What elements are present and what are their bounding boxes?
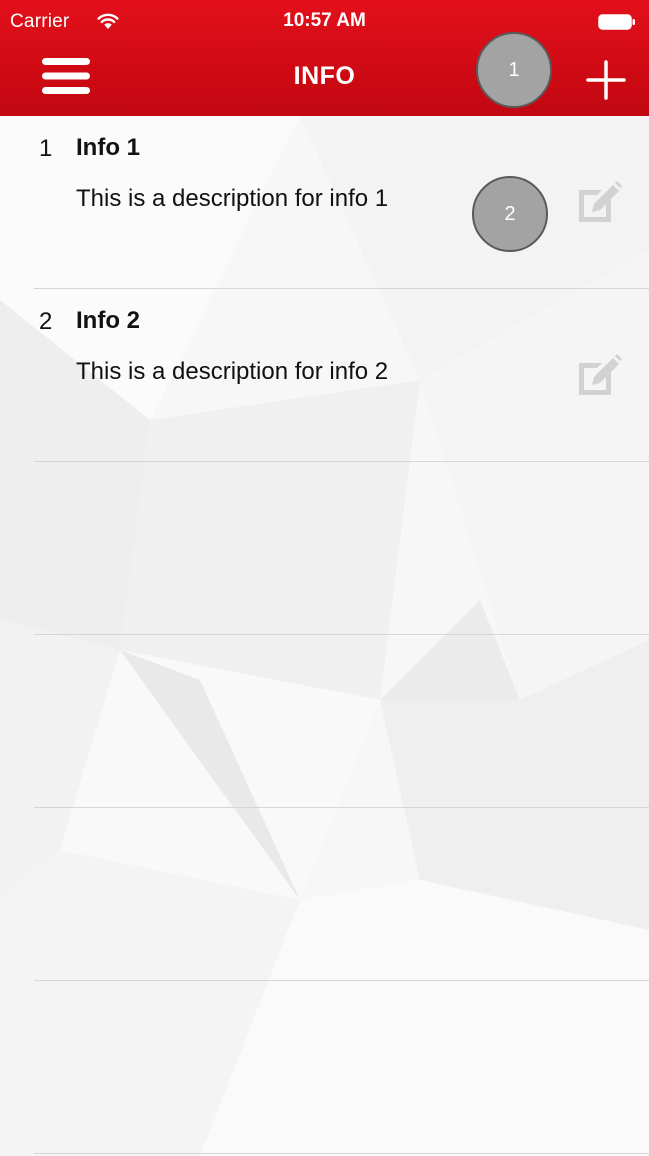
empty-row [34,462,649,635]
plus-icon[interactable] [584,58,628,102]
info-list: 1 Info 1 This is a description for info … [0,116,649,1154]
edit-icon[interactable] [576,180,622,224]
battery-icon [598,14,635,30]
navigation-bar: INFO [0,40,649,116]
edit-icon[interactable] [576,353,622,397]
callout-marker: 1 [476,32,552,108]
app-header: Carrier 10:57 AM INFO [0,0,649,116]
status-bar: Carrier 10:57 AM [0,0,649,40]
item-description: This is a description for info 1 [76,185,389,212]
empty-row [34,981,649,1154]
callout-marker: 2 [472,176,548,252]
item-index: 2 [39,308,53,335]
empty-row [34,808,649,981]
status-time: 10:57 AM [283,10,366,31]
item-title: Info 2 [76,307,140,334]
item-title: Info 1 [76,134,140,161]
empty-row [34,635,649,808]
item-description: This is a description for info 2 [76,358,389,385]
list-item[interactable]: 1 Info 1 This is a description for info … [34,116,649,289]
list-item[interactable]: 2 Info 2 This is a description for info … [34,289,649,462]
item-index: 1 [39,135,53,162]
